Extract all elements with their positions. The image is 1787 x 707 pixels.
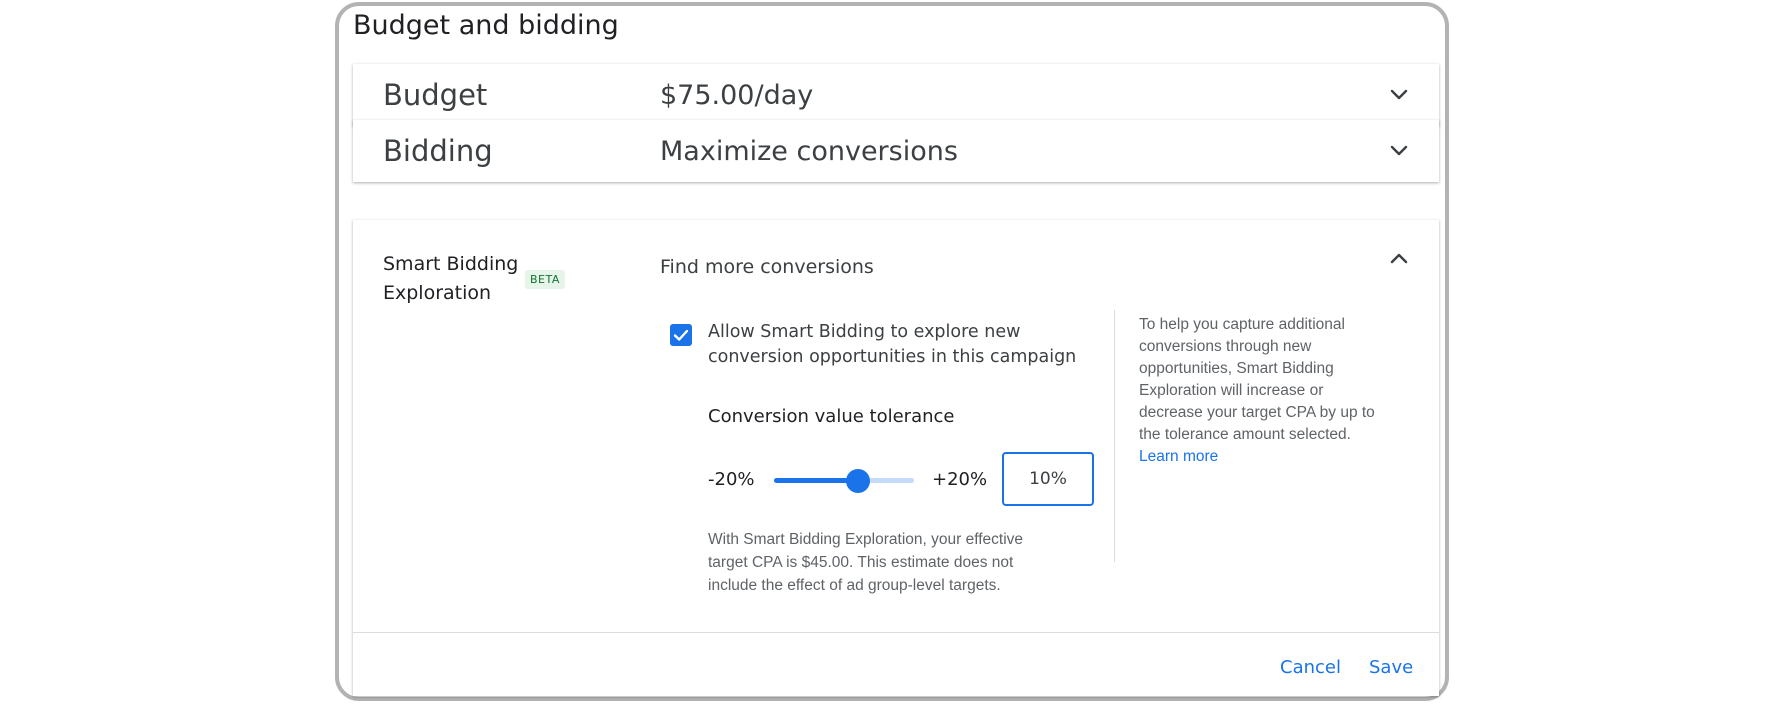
checkbox-label: Allow Smart Bidding to explore new conve… — [708, 322, 1077, 367]
section-title: Find more conversions — [660, 256, 874, 278]
help-text: To help you capture additional conversio… — [1139, 314, 1379, 468]
estimate-text: With Smart Bidding Exploration, your eff… — [708, 531, 1024, 594]
chevron-up-icon[interactable] — [1387, 246, 1411, 270]
budget-bidding-panel: Budget and bidding Budget $75.00/day Bid… — [335, 2, 1449, 701]
bidding-label: Bidding — [383, 134, 493, 168]
learn-more-link[interactable]: Learn more — [1139, 448, 1218, 465]
slider-thumb[interactable] — [846, 469, 870, 493]
tolerance-input[interactable] — [1002, 452, 1094, 506]
footer-divider — [353, 632, 1439, 633]
chevron-down-icon[interactable] — [1387, 83, 1411, 107]
save-button[interactable]: Save — [1369, 657, 1413, 678]
budget-value: $75.00/day — [660, 80, 814, 111]
beta-badge: BETA — [525, 270, 565, 289]
tolerance-slider[interactable] — [774, 469, 914, 493]
budget-label: Budget — [383, 78, 488, 112]
slider-max-label: +20% — [932, 469, 988, 490]
vertical-divider — [1114, 310, 1115, 562]
exploration-title: Smart Bidding Exploration — [383, 250, 518, 308]
help-body: To help you capture additional conversio… — [1139, 316, 1375, 443]
budget-row[interactable]: Budget $75.00/day — [353, 64, 1439, 126]
bidding-value: Maximize conversions — [660, 136, 958, 167]
bidding-row[interactable]: Bidding Maximize conversions — [353, 120, 1439, 182]
page-title: Budget and bidding — [353, 10, 619, 41]
explore-checkbox[interactable] — [670, 324, 692, 346]
slider-min-label: -20% — [708, 469, 755, 490]
cancel-button[interactable]: Cancel — [1280, 657, 1341, 678]
exploration-title-line2: Exploration — [383, 282, 492, 304]
tolerance-label: Conversion value tolerance — [708, 406, 955, 427]
checkmark-icon — [673, 329, 689, 341]
smart-bidding-exploration-card: Smart Bidding Exploration BETA Find more… — [353, 220, 1439, 696]
exploration-title-line1: Smart Bidding — [383, 253, 519, 275]
chevron-down-icon[interactable] — [1387, 139, 1411, 163]
